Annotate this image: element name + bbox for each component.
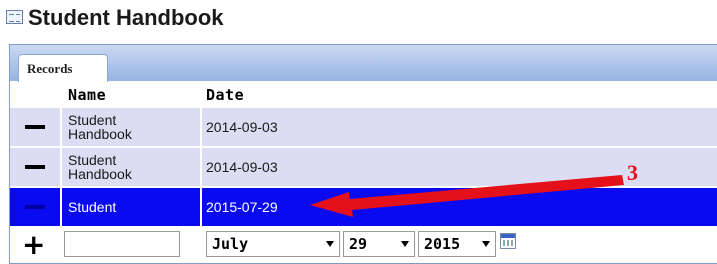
table-row[interactable]: Student Handbook 2014-09-03: [10, 108, 717, 148]
delete-row-button[interactable]: [10, 188, 60, 226]
table-header: Name Date: [10, 83, 717, 107]
column-header-date[interactable]: Date: [206, 86, 244, 104]
tab-strip: Records: [10, 45, 717, 82]
column-header-name[interactable]: Name: [68, 86, 106, 104]
tab-records[interactable]: Records: [18, 54, 108, 82]
minus-icon: [25, 165, 45, 169]
records-panel: Records Name Date Student Handbook 2014-0…: [9, 44, 717, 264]
form-icon: [6, 10, 23, 24]
table-row[interactable]: Student Handbook 2014-09-03: [10, 148, 717, 188]
day-select-value: 29: [349, 235, 368, 253]
row-name-cell[interactable]: Student Handbook: [62, 148, 200, 186]
window-title-bar: Student Handbook: [0, 0, 717, 36]
row-name-text: Student Handbook: [68, 152, 132, 182]
day-select[interactable]: 29: [343, 231, 415, 257]
row-name-text: Student: [68, 199, 117, 215]
page-title: Student Handbook: [28, 5, 224, 30]
row-date-cell[interactable]: 2015-07-29: [202, 188, 717, 226]
year-select-value: 2015: [424, 235, 461, 253]
annotation-number: 3: [627, 160, 638, 185]
add-record-row: + July 29 2015: [10, 229, 717, 263]
year-select[interactable]: 2015: [418, 231, 496, 257]
row-date-cell[interactable]: 2014-09-03: [202, 108, 717, 146]
row-name-cell[interactable]: Student Handbook: [62, 108, 200, 146]
minus-icon: [25, 125, 45, 129]
delete-row-button[interactable]: [10, 148, 60, 186]
month-select[interactable]: July: [206, 231, 340, 257]
month-select-value: July: [212, 235, 249, 253]
calendar-icon[interactable]: [500, 233, 516, 249]
row-name-cell[interactable]: Student: [62, 188, 200, 226]
new-name-input[interactable]: [64, 231, 180, 257]
delete-row-button[interactable]: [10, 108, 60, 146]
row-name-text: Student Handbook: [68, 112, 132, 142]
chevron-down-icon: [401, 241, 409, 247]
row-date-cell[interactable]: 2014-09-03: [202, 148, 717, 186]
minus-icon: [25, 205, 45, 209]
plus-icon[interactable]: +: [22, 231, 45, 259]
table-row-selected[interactable]: Student 2015-07-29: [10, 188, 717, 228]
chevron-down-icon: [482, 241, 490, 247]
chevron-down-icon: [326, 241, 334, 247]
